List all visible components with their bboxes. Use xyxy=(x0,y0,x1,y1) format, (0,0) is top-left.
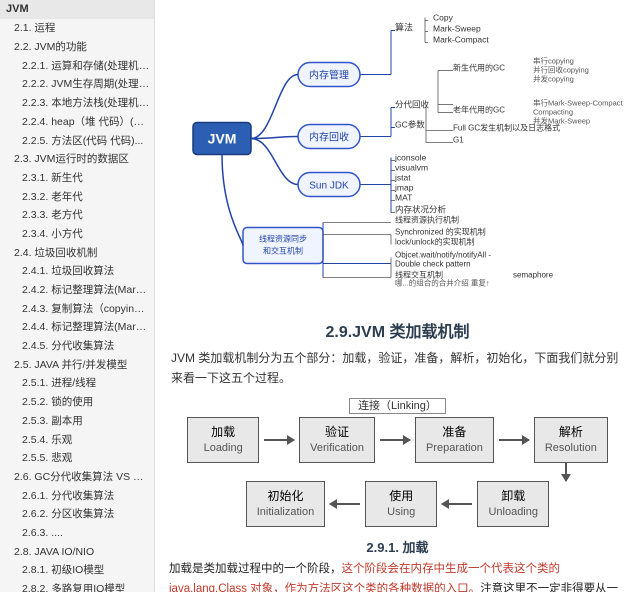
box-using: 使用 Using xyxy=(365,481,437,527)
section-intro: JVM 类加载机制分为五个部分：加载，验证，准备，解析，初始化，下面我们就分别来… xyxy=(171,348,624,389)
svg-text:算法: 算法 xyxy=(395,22,413,33)
sidebar-item[interactable]: 2.4.1. 垃圾回收算法 xyxy=(0,262,154,281)
svg-text:Compacting: Compacting xyxy=(533,108,573,117)
box-loading: 加载 Loading xyxy=(187,417,259,463)
svg-text:分代回收: 分代回收 xyxy=(395,100,430,110)
section-heading: 2.9.JVM 类加载机制 xyxy=(171,318,624,342)
arrow-2 xyxy=(375,439,415,441)
arrow-3 xyxy=(494,439,534,441)
sidebar-item[interactable]: 2.6. GC分代收集算法 VS 分区收集... xyxy=(0,468,154,487)
sidebar-item[interactable]: 2.2.5. 方法区(代码 代码)... xyxy=(0,132,154,151)
sidebar-item[interactable]: 2.6.1. 分代收集算法 xyxy=(0,487,154,506)
sidebar-item[interactable]: 2.2.4. heap（堆 代码）(处理机制)... xyxy=(0,113,154,132)
svg-text:semaphore: semaphore xyxy=(513,271,554,280)
svg-text:visualvm: visualvm xyxy=(395,163,428,173)
top-flow-row: 加载 Loading 验证 Verification 准备 Preparatio… xyxy=(187,417,608,463)
sidebar-item[interactable]: 2.5.3. 副本用 xyxy=(0,412,154,431)
svg-text:内存状况分析: 内存状况分析 xyxy=(395,205,447,215)
svg-text:Synchronized 的实现机制: Synchronized 的实现机制 xyxy=(395,227,486,237)
svg-text:线程资源执行机制: 线程资源执行机制 xyxy=(395,215,459,225)
body-text-part1: 加载是类加载过程中的一个阶段， xyxy=(169,563,342,575)
svg-text:新生代用的GC: 新生代用的GC xyxy=(453,63,505,73)
box-initialization: 初始化 Initialization xyxy=(246,481,325,527)
sidebar-item[interactable]: 2.4.4. 标记整理算法(Mark-Co... xyxy=(0,318,154,337)
box-verification: 验证 Verification xyxy=(299,417,375,463)
svg-text:老年代用的GC: 老年代用的GC xyxy=(453,105,505,115)
svg-text:jstat: jstat xyxy=(394,173,411,183)
svg-text:和交互机制: 和交互机制 xyxy=(263,246,303,256)
svg-text:jmap: jmap xyxy=(394,183,414,193)
arrow-1 xyxy=(259,439,299,441)
svg-text:JVM: JVM xyxy=(208,131,237,147)
sidebar-item[interactable]: 2.5.2. 锁的使用 xyxy=(0,393,154,412)
svg-text:jconsole: jconsole xyxy=(394,153,426,163)
main-content[interactable]: JVM 内存管理 内存回收 Sun JDK 线程资源同步 和交互机制 算法 xyxy=(155,0,640,592)
svg-text:lock/unlock的实现机制: lock/unlock的实现机制 xyxy=(395,237,475,247)
sidebar-item[interactable]: 2.8.2. 多路复用IO模型 xyxy=(0,580,154,592)
subsection-heading: 2.9.1. 加载 xyxy=(171,537,624,556)
arrow-5 xyxy=(325,503,365,505)
svg-text:Objcet.wait/notify/notifyAll -: Objcet.wait/notify/notifyAll - xyxy=(395,251,491,260)
svg-text:并发copying: 并发copying xyxy=(533,74,574,84)
sidebar-item[interactable]: 2.2.3. 本地方法栈(处理机制) xyxy=(0,94,154,113)
sidebar-item[interactable]: 2.5. JAVA 并行/并发模型 xyxy=(0,356,154,375)
diagram-container: 加载 Loading 验证 Verification 准备 Preparatio… xyxy=(171,417,624,527)
box-resolution: 解析 Resolution xyxy=(534,417,608,463)
svg-text:Copy: Copy xyxy=(433,13,454,23)
sidebar-item[interactable]: 2.3.4. 小方代 xyxy=(0,225,154,244)
svg-text:Double check pattern: Double check pattern xyxy=(395,260,471,269)
svg-text:内存回收: 内存回收 xyxy=(309,131,349,144)
sidebar-item[interactable]: 2.3.2. 老年代 xyxy=(0,188,154,207)
sidebar-item[interactable]: 2.4.2. 标记整理算法(Mark-Sw... xyxy=(0,281,154,300)
sidebar-item[interactable]: 2.2.2. JVM生存周期(处理机制) xyxy=(0,75,154,94)
svg-text:线程资源同步: 线程资源同步 xyxy=(259,234,307,244)
sidebar-item[interactable]: 2.2. JVM的功能 xyxy=(0,38,154,57)
down-arrows xyxy=(171,463,624,481)
sidebar-item[interactable]: 2.4. 垃圾回收机制 xyxy=(0,244,154,263)
box-preparation: 准备 Preparation xyxy=(415,417,494,463)
sidebar-item[interactable]: 2.8. JAVA IO/NIO xyxy=(0,543,154,562)
svg-text:Mark-Compact: Mark-Compact xyxy=(433,35,489,45)
sidebar-item[interactable]: 2.6.2. 分区收集算法 xyxy=(0,505,154,524)
svg-text:内存管理: 内存管理 xyxy=(309,69,349,82)
sidebar-item[interactable]: 2.5.4. 乐观 xyxy=(0,431,154,450)
sidebar-item[interactable]: 2.4.3. 复制算法（copying） xyxy=(0,300,154,319)
arrow-4 xyxy=(437,503,477,505)
sidebar[interactable]: JVM2.1. 运程2.2. JVM的功能2.2.1. 运算和存储(处理机制)2… xyxy=(0,0,155,592)
body-text: 加载是类加载过程中的一个阶段，这个阶段会在内存中生成一个代表这个类的 java.… xyxy=(169,560,626,592)
sidebar-item[interactable]: 2.3. JVM运行时的数据区 xyxy=(0,150,154,169)
svg-text:G1: G1 xyxy=(453,136,464,145)
linking-label: 连接（Linking） xyxy=(171,397,624,413)
mindmap-svg: JVM 内存管理 内存回收 Sun JDK 线程资源同步 和交互机制 算法 xyxy=(163,10,640,300)
sidebar-item[interactable]: JVM xyxy=(0,0,154,19)
sidebar-item[interactable]: 2.4.5. 分代收集算法 xyxy=(0,337,154,356)
sidebar-item[interactable]: 2.1. 运程 xyxy=(0,19,154,38)
sidebar-item[interactable]: 2.3.1. 新生代 xyxy=(0,169,154,188)
loading-diagram: 连接（Linking） 加载 Loading 验证 Verification xyxy=(171,397,624,527)
box-unloading: 卸载 Unloading xyxy=(477,481,549,527)
sidebar-item[interactable]: 2.2.1. 运算和存储(处理机制) xyxy=(0,57,154,76)
mindmap-area: JVM 内存管理 内存回收 Sun JDK 线程资源同步 和交互机制 算法 xyxy=(155,0,640,310)
sidebar-item[interactable]: 2.5.1. 进程/线程 xyxy=(0,374,154,393)
sidebar-item[interactable]: 2.8.1. 初级IO模型 xyxy=(0,561,154,580)
down-arrow-resolution xyxy=(565,463,567,481)
svg-text:串行copying: 串行copying xyxy=(533,56,574,66)
svg-text:串行Mark-Sweep-Compact: 串行Mark-Sweep-Compact xyxy=(533,98,624,108)
svg-text:MAT: MAT xyxy=(395,193,412,203)
svg-text:GC参数: GC参数 xyxy=(395,120,425,130)
bottom-flow-row: 卸载 Unloading 使用 Using 初始化 Initialization xyxy=(246,481,549,527)
svg-text:Sun JDK: Sun JDK xyxy=(309,181,349,192)
svg-text:并行回收copying: 并行回收copying xyxy=(533,65,589,75)
sidebar-item[interactable]: 2.6.3. .... xyxy=(0,524,154,543)
sidebar-item[interactable]: 2.3.3. 老方代 xyxy=(0,206,154,225)
svg-text:哪...的组合的合并介绍 重复↑: 哪...的组合的合并介绍 重复↑ xyxy=(395,278,490,288)
sidebar-item[interactable]: 2.5.5. 悲观 xyxy=(0,449,154,468)
svg-text:Mark-Sweep: Mark-Sweep xyxy=(433,24,481,34)
svg-text:Full GC发生机制以及日志格式: Full GC发生机制以及日志格式 xyxy=(453,123,560,133)
